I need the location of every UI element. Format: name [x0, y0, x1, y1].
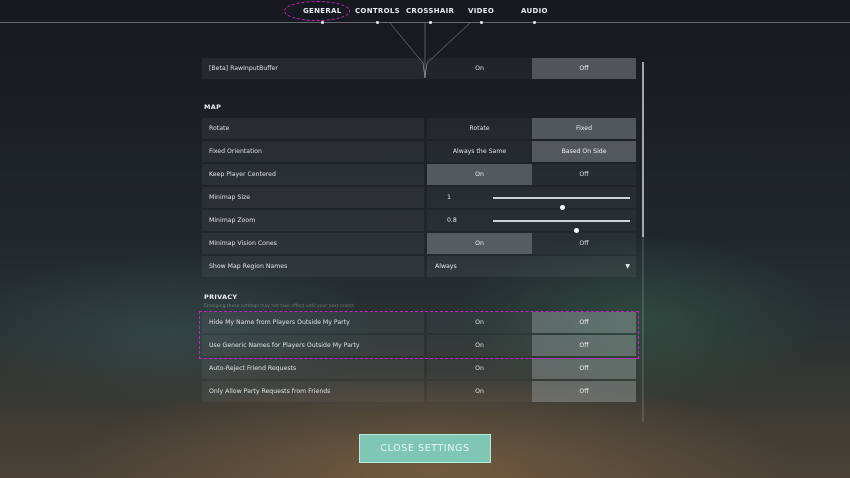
option-off[interactable]: Off — [532, 233, 636, 254]
setting-label: Minimap Size — [202, 187, 424, 208]
setting-minimap-size: Minimap Size 1 — [202, 187, 636, 210]
section-heading-map: MAP — [204, 103, 222, 111]
setting-label: Auto-Reject Friend Requests — [202, 358, 424, 379]
option-on[interactable]: On — [427, 233, 532, 254]
option-off[interactable]: Off — [532, 381, 636, 402]
option-always-the-same[interactable]: Always the Same — [427, 141, 532, 162]
setting-raw-input-buffer: [Beta] RawInputBuffer On Off — [202, 58, 636, 79]
tab-indicator-dot — [375, 21, 379, 24]
option-on[interactable]: On — [427, 58, 532, 79]
privacy-note: Changing these settings may not take eff… — [204, 304, 355, 309]
close-settings-button[interactable]: CLOSE SETTINGS — [359, 434, 491, 463]
highlight-oval-annotation — [284, 1, 350, 21]
scrollbar-thumb[interactable] — [642, 62, 644, 237]
settings-tab-bar: GENERAL CONTROLS CROSSHAIR VIDEO AUDIO — [0, 0, 850, 24]
dropdown-value: Always — [435, 263, 457, 270]
highlight-box-annotation — [199, 311, 639, 359]
setting-party-requests-from-friends: Only Allow Party Requests from Friends O… — [202, 381, 636, 402]
tab-indicator-dot — [320, 21, 324, 24]
slider-track[interactable] — [493, 220, 630, 233]
option-on[interactable]: On — [427, 164, 532, 185]
option-off[interactable]: Off — [532, 58, 636, 79]
setting-label: Fixed Orientation — [202, 141, 424, 162]
option-off[interactable]: Off — [532, 358, 636, 379]
setting-label: Show Map Region Names — [202, 256, 424, 277]
chevron-down-icon: ▼ — [625, 263, 630, 270]
option-fixed[interactable]: Fixed — [532, 118, 636, 139]
setting-label: Minimap Vision Cones — [202, 233, 424, 254]
tab-indicator-dot — [532, 21, 536, 24]
setting-keep-player-centered: Keep Player Centered On Off — [202, 164, 636, 185]
setting-label: Rotate — [202, 118, 424, 139]
option-off[interactable]: Off — [532, 164, 636, 185]
option-on[interactable]: On — [427, 358, 532, 379]
setting-label: [Beta] RawInputBuffer — [202, 58, 424, 79]
tab-crosshair[interactable]: CROSSHAIR — [406, 7, 454, 24]
setting-label: Keep Player Centered — [202, 164, 424, 185]
setting-label: Minimap Zoom — [202, 210, 424, 231]
setting-minimap-vision-cones: Minimap Vision Cones On Off — [202, 233, 636, 254]
minimap-zoom-slider: 0.8 — [427, 210, 636, 233]
option-on[interactable]: On — [427, 381, 532, 402]
setting-show-map-region-names: Show Map Region Names Always ▼ — [202, 256, 636, 277]
section-heading-privacy: PRIVACY — [204, 293, 238, 301]
option-based-on-side[interactable]: Based On Side — [532, 141, 636, 162]
slider-value: 0.8 — [447, 217, 457, 224]
setting-rotate: Rotate Rotate Fixed — [202, 118, 636, 139]
setting-label: Only Allow Party Requests from Friends — [202, 381, 424, 402]
setting-fixed-orientation: Fixed Orientation Always the Same Based … — [202, 141, 636, 162]
tab-audio[interactable]: AUDIO — [521, 7, 548, 24]
setting-auto-reject-friend-requests: Auto-Reject Friend Requests On Off — [202, 358, 636, 379]
tab-controls[interactable]: CONTROLS — [355, 7, 400, 24]
option-rotate[interactable]: Rotate — [427, 118, 532, 139]
slider-value: 1 — [447, 194, 451, 201]
scrollbar[interactable] — [642, 62, 644, 422]
slider-track[interactable] — [493, 197, 630, 210]
minimap-size-slider: 1 — [427, 187, 636, 210]
settings-panel: [Beta] RawInputBuffer On Off MAP Rotate … — [196, 55, 644, 425]
region-names-dropdown[interactable]: Always ▼ — [427, 256, 636, 277]
tab-video[interactable]: VIDEO — [468, 7, 494, 24]
setting-minimap-zoom: Minimap Zoom 0.8 — [202, 210, 636, 233]
